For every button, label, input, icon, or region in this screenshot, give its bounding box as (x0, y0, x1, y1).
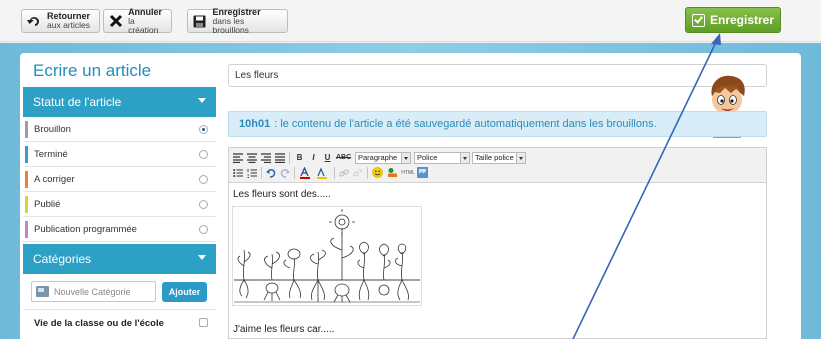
cancel-button-line2: la création (128, 15, 159, 35)
add-category-button[interactable]: Ajouter (162, 282, 207, 302)
autosave-message: : le contenu de l'article a été sauvegar… (274, 118, 657, 130)
category-image-icon (36, 286, 49, 297)
align-center-icon[interactable] (247, 153, 257, 163)
draft-button-line2: dans les brouillons (212, 15, 249, 35)
toolbar-separator (334, 167, 335, 179)
floppy-disk-icon (192, 13, 208, 29)
insert-image-icon[interactable] (417, 167, 428, 178)
undo-arrow-icon (26, 13, 42, 29)
status-item-label: Brouillon (34, 123, 71, 135)
status-item-a-corriger[interactable]: A corriger (23, 167, 216, 192)
html-source-icon[interactable]: HTML (401, 167, 415, 179)
save-button[interactable]: Enregistrer (685, 7, 781, 33)
unlink-icon[interactable] (353, 168, 363, 178)
checkbox-check-icon (691, 13, 705, 27)
status-radio-termine[interactable] (199, 150, 208, 159)
highlight-color-icon[interactable] (316, 167, 329, 179)
status-color-bar (25, 221, 28, 238)
status-item-publication-programmee[interactable]: Publication programmée (23, 217, 216, 242)
status-item-termine[interactable]: Terminé (23, 142, 216, 167)
editor-text-line: J'aime les fleurs car..... (233, 324, 335, 335)
new-category-input[interactable]: Nouvelle Catégorie (31, 281, 156, 302)
autosave-notice: 10h01 : le contenu de l'article a été sa… (228, 111, 767, 137)
chevron-down-icon (198, 98, 206, 103)
text-color-icon[interactable] (299, 167, 311, 179)
insert-media-icon[interactable] (387, 167, 398, 178)
category-checkbox[interactable] (199, 318, 208, 327)
format-select-value: Paragraphe (358, 153, 398, 162)
new-category-placeholder: Nouvelle Catégorie (54, 286, 131, 297)
italic-icon[interactable]: I (308, 152, 319, 164)
back-to-articles-button[interactable]: Retourner aux articles (21, 9, 100, 33)
format-select[interactable]: Paragraphe (355, 152, 411, 164)
align-left-icon[interactable] (233, 153, 243, 163)
status-color-bar (25, 121, 28, 138)
chevron-down-icon (198, 255, 206, 260)
editor-text-line: Les fleurs sont des..... (233, 189, 331, 200)
align-right-icon[interactable] (261, 153, 271, 163)
font-select[interactable]: Police (414, 152, 470, 164)
font-size-select[interactable]: Taille police (472, 152, 526, 164)
status-radio-a-corriger[interactable] (199, 175, 208, 184)
toolbar-separator (294, 167, 295, 179)
strikethrough-icon[interactable]: ABC (336, 152, 351, 164)
undo-icon[interactable] (266, 168, 276, 178)
chevron-down-icon (460, 153, 469, 163)
status-item-label: Publié (34, 198, 61, 210)
autosave-time: 10h01 (239, 118, 271, 130)
status-color-bar (25, 171, 28, 188)
status-item-label: Publication programmée (34, 223, 137, 235)
chevron-down-icon (401, 153, 410, 163)
page-title: Ecrire un article (33, 61, 152, 80)
status-color-bar (25, 146, 28, 163)
status-color-bar (25, 196, 28, 213)
numbered-list-icon[interactable] (247, 168, 257, 178)
close-icon (108, 13, 123, 29)
font-select-value: Police (417, 153, 438, 162)
link-icon[interactable] (339, 168, 349, 178)
article-title-input[interactable]: Les fleurs (228, 64, 767, 87)
save-button-label: Enregistrer (709, 13, 775, 27)
toolbar-separator (367, 167, 368, 179)
categories-section-title: Catégories (33, 252, 92, 266)
category-item-label: Vie de la classe ou de l'école (34, 318, 164, 329)
back-button-line2: aux articles (47, 20, 90, 30)
chevron-down-icon (516, 153, 525, 163)
cancel-creation-button[interactable]: Annuler la création (103, 7, 172, 35)
bullet-list-icon[interactable] (233, 168, 243, 178)
status-section-header[interactable]: Statut de l'article (23, 87, 216, 117)
status-radio-publie[interactable] (199, 200, 208, 209)
status-item-brouillon[interactable]: Brouillon (23, 117, 216, 142)
bold-icon[interactable]: B (294, 152, 305, 164)
status-item-label: A corriger (34, 173, 75, 185)
align-justify-icon[interactable] (275, 153, 285, 163)
status-item-publie[interactable]: Publié (23, 192, 216, 217)
categories-section-header[interactable]: Catégories (23, 244, 216, 274)
save-draft-button[interactable]: Enregistrer dans les brouillons (187, 7, 288, 35)
status-radio-publication-programmee[interactable] (199, 225, 208, 234)
redo-icon[interactable] (280, 168, 290, 178)
toolbar-separator (289, 152, 290, 164)
flowers-drawing-image (232, 206, 422, 306)
category-item[interactable]: Vie de la classe ou de l'école (23, 311, 216, 336)
status-section-title: Statut de l'article (33, 95, 122, 109)
emoticon-icon[interactable] (372, 167, 383, 178)
font-size-select-value: Taille police (475, 153, 514, 162)
article-title-value: Les fleurs (235, 70, 279, 81)
status-radio-brouillon[interactable] (199, 125, 208, 134)
underline-icon[interactable]: U (322, 152, 333, 164)
status-item-label: Terminé (34, 148, 68, 160)
toolbar-separator (261, 167, 262, 179)
